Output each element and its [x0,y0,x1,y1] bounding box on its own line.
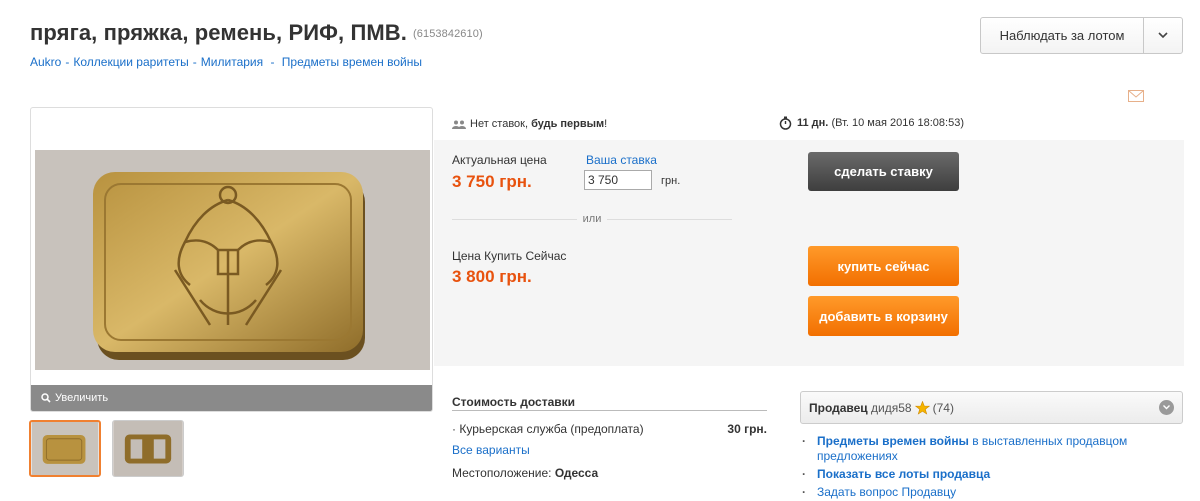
zoom-button[interactable]: Увеличить [31,385,432,411]
seller-name[interactable]: дидя58 [871,401,912,415]
end-date: (Вт. 10 мая 2016 18:08:53) [831,117,964,129]
shipping-option: · Курьерская служба (предоплата) 30 грн. [452,422,767,436]
add-to-cart-button[interactable]: добавить в корзину [808,296,959,336]
thumbnail-1[interactable] [29,420,101,477]
seller-links: Предметы времен войны в выставленных про… [800,434,1183,501]
seller-link-wartime-items[interactable]: Предметы времен войны в выставленных про… [800,434,1183,464]
seller-link-all-lots-label[interactable]: Показать все лоты продавца [817,467,990,481]
breadcrumb: Aukro - Коллекции раритеты - Милитария - Пре… [30,55,422,69]
lot-title: пряга, пряжка, ремень, РИФ, ПМВ. [30,20,407,45]
your-bid-label[interactable]: Ваша ставка [586,153,657,167]
watch-lot-button[interactable]: Наблюдать за лотом [981,18,1144,53]
zoom-label: Увеличить [55,392,109,404]
bids-status: Нет ставок, будь первым! [452,118,607,130]
thumbnail-2[interactable] [112,420,184,477]
location-value: Одесса [554,466,599,480]
buy-now-value: 3 800 грн. [452,267,532,286]
buy-now-label: Цена Купить Сейчас [452,249,567,263]
shipping-cost: 30 грн. [727,422,767,436]
page-title: пряга, пряжка, ремень, РИФ, ПМВ. (6153842… [30,20,483,46]
all-shipping-variants-link[interactable]: Все варианты [452,443,530,457]
shipping-method: · Курьерская служба (предоплата) [452,422,644,436]
no-bids-text: Нет ставок, [470,118,529,130]
lot-id: (6153842610) [413,28,483,40]
location: Местоположение: Одесса [452,466,598,480]
watch-dropdown-button[interactable] [1144,18,1182,53]
seller-label: Продавец [809,400,868,415]
price-panel: Актуальная цена 3 750 грн. Ваша ставка г… [434,140,1184,366]
shipping-title: Стоимость доставки [452,395,576,409]
breadcrumb-link-militaria[interactable]: Милитария [201,55,263,69]
current-price-label: Актуальная цена [452,153,547,167]
place-bid-button[interactable]: сделать ставку [808,152,959,191]
time-left: 11 дн. (Вт. 10 мая 2016 18:08:53) [779,116,964,130]
breadcrumb-link-collections[interactable]: Коллекции раритеты [73,55,188,69]
belt-buckle-image [35,150,430,370]
or-text: или [582,213,602,225]
thumbnail-image [31,422,99,475]
seller-rating[interactable]: (74) [933,401,954,415]
bid-currency: грн. [661,175,681,187]
seller-link-wartime-strong[interactable]: Предметы времен войны [817,434,969,448]
chevron-down-icon [1163,405,1170,410]
main-photo-frame: Увеличить [30,107,433,412]
breadcrumb-link-aukro[interactable]: Aukro [30,55,61,69]
stopwatch-icon [779,116,792,130]
watch-lot-control: Наблюдать за лотом [980,17,1183,54]
seller-box[interactable]: Продавец дидя58 (74) [800,391,1183,424]
buy-now-button[interactable]: купить сейчас [808,246,959,286]
location-label: Местоположение: [452,466,552,480]
current-price-value: 3 750 грн. [452,172,532,191]
or-divider: или [452,212,732,226]
envelope-icon[interactable] [1128,90,1144,102]
bid-amount-input[interactable] [584,170,652,190]
seller-expand-button[interactable] [1159,400,1174,415]
seller-link-ask-question-label[interactable]: Задать вопрос Продавцу [817,485,956,499]
seller-link-ask-question[interactable]: Задать вопрос Продавцу [800,485,1183,500]
breadcrumb-link-wartime-items[interactable]: Предметы времен войны [282,55,422,69]
be-first-text: будь первым [531,118,605,130]
star-icon [914,400,930,415]
magnifier-icon [41,393,51,403]
main-photo[interactable] [35,150,430,370]
users-icon [452,120,466,129]
seller-link-all-lots[interactable]: Показать все лоты продавца [800,467,1183,482]
time-left-value: 11 дн. [797,117,829,129]
thumbnail-image [113,421,183,476]
shipping-divider [452,410,767,411]
exclamation-text: ! [604,118,608,130]
chevron-down-icon [1158,32,1168,39]
